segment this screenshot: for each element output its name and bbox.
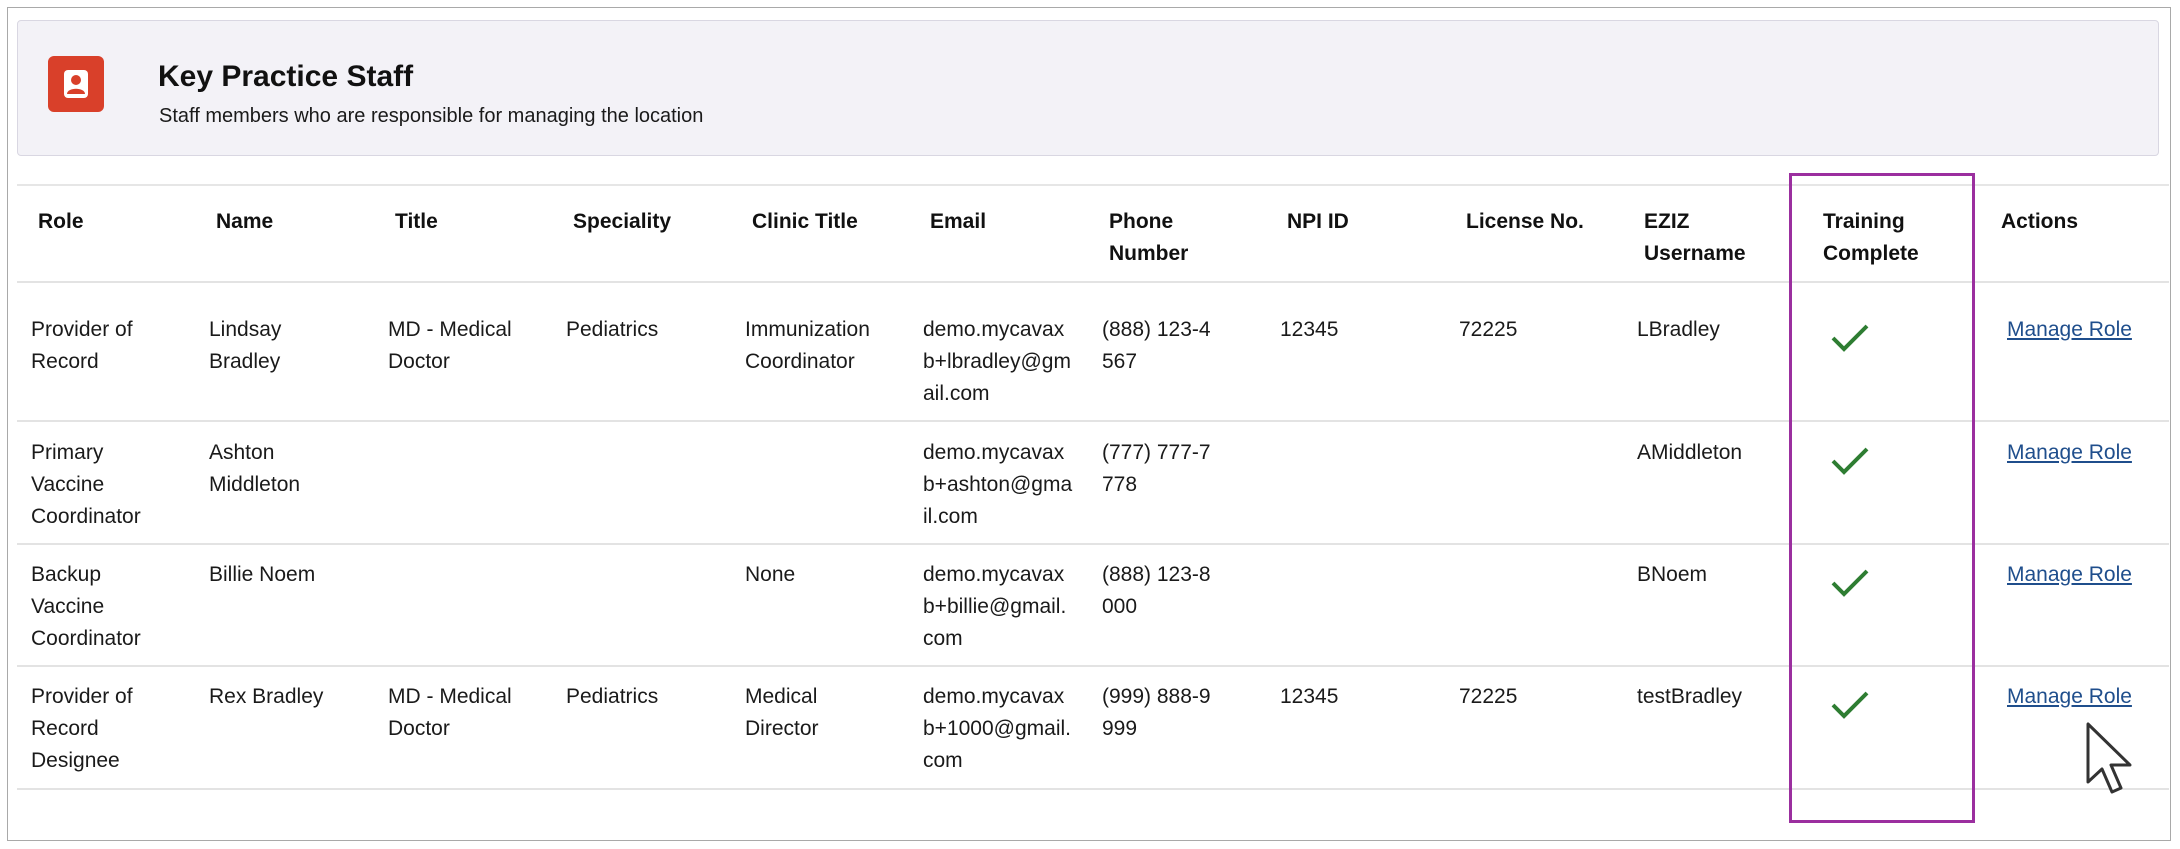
person-icon	[48, 56, 104, 112]
cell-eziz-username: AMiddleton	[1637, 441, 1743, 464]
manage-role-link[interactable]: Manage Role	[2007, 437, 2132, 469]
column-header-title: Title	[395, 210, 438, 233]
mouse-pointer-icon	[2086, 722, 2132, 794]
manage-role-link[interactable]: Manage Role	[2007, 681, 2132, 713]
column-header-email: Email	[930, 210, 987, 233]
cell-speciality: Pediatrics	[566, 685, 659, 708]
column-header-role: Role	[38, 210, 84, 233]
cell-clinic-title: Immunization Coordinator	[745, 318, 870, 373]
cell-title: MD - Medical Doctor	[388, 318, 512, 373]
cell-phone: (777) 777-7778	[1102, 441, 1211, 496]
column-header-speciality: Speciality	[573, 210, 672, 233]
cell-eziz-username: testBradley	[1637, 685, 1743, 708]
cell-email: demo.mycavaxb+billie@gmail.com	[923, 563, 1067, 650]
manage-role-link[interactable]: Manage Role	[2007, 559, 2132, 591]
page-frame: Key Practice Staff Staff members who are…	[7, 7, 2171, 841]
cell-role: Provider of Record	[31, 318, 133, 373]
cell-email: demo.mycavaxb+lbradley@gmail.com	[923, 318, 1071, 405]
column-header-clinic-title: Clinic Title	[752, 210, 858, 233]
cell-eziz-username: BNoem	[1637, 563, 1708, 586]
cell-name: Ashton Middleton	[209, 441, 301, 496]
page-title: Key Practice Staff	[158, 60, 414, 93]
cell-phone: (888) 123-4567	[1102, 318, 1211, 373]
cell-npi-id: 12345	[1280, 685, 1339, 708]
cell-email: demo.mycavaxb+ashton@gmail.com	[923, 441, 1073, 528]
column-header-actions: Actions	[2001, 210, 2079, 233]
page-subtitle: Staff members who are responsible for ma…	[159, 105, 704, 127]
column-header-eziz-username: EZIZ Username	[1644, 210, 1746, 265]
cell-name: Rex Bradley	[209, 685, 324, 708]
cell-name: Lindsay Bradley	[209, 318, 282, 373]
cell-email: demo.mycavaxb+1000@gmail.com	[923, 685, 1071, 772]
cell-license-no: 72225	[1459, 318, 1518, 341]
column-header-npi-id: NPI ID	[1287, 210, 1349, 233]
card-header: Key Practice Staff Staff members who are…	[17, 20, 2159, 156]
cell-name: Billie Noem	[209, 563, 316, 586]
cell-speciality: Pediatrics	[566, 318, 659, 341]
cell-clinic-title: None	[745, 563, 796, 586]
cell-role: Backup Vaccine Coordinator	[31, 563, 141, 650]
manage-role-link[interactable]: Manage Role	[2007, 314, 2132, 346]
cell-role: Primary Vaccine Coordinator	[31, 441, 141, 528]
column-header-phone-number: Phone Number	[1109, 210, 1189, 265]
cell-npi-id: 12345	[1280, 318, 1339, 341]
training-complete-highlight-box	[1789, 173, 1975, 823]
cell-title: MD - Medical Doctor	[388, 685, 512, 740]
cell-license-no: 72225	[1459, 685, 1518, 708]
cell-phone: (888) 123-8000	[1102, 563, 1211, 618]
column-header-license-no: License No.	[1466, 210, 1584, 233]
column-header-name: Name	[216, 210, 274, 233]
cell-clinic-title: Medical Director	[745, 685, 819, 740]
cell-role: Provider of Record Designee	[31, 685, 133, 772]
cell-eziz-username: LBradley	[1637, 318, 1720, 341]
cell-phone: (999) 888-9999	[1102, 685, 1211, 740]
